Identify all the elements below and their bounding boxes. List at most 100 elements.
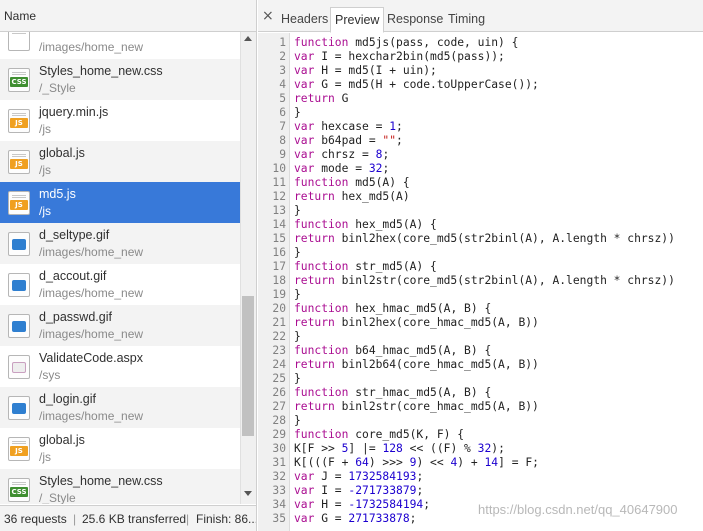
request-file-path: /images/home_new	[39, 286, 144, 300]
css-file-icon: CSS	[8, 478, 30, 502]
line-number: 12	[272, 190, 286, 203]
code-text: K[(((F + 64) >>> 9) << 4) + 14] = F;	[294, 456, 539, 469]
line-number: 35	[272, 512, 286, 525]
tab-preview[interactable]: Preview	[330, 7, 385, 33]
status-separator: |	[186, 512, 190, 526]
tab-response[interactable]: Response	[383, 7, 447, 33]
source-preview[interactable]: 1 function md5js(pass, code, uin) { 2 var I…	[258, 33, 703, 531]
code-text: function b64_hmac_md5(A, B) {	[294, 344, 492, 357]
request-file-path: /js	[39, 122, 51, 136]
tab-headers[interactable]: Headers	[277, 7, 332, 33]
code-text: return binl2hex(core_hmac_md5(A, B))	[294, 316, 539, 329]
js-file-icon: JS	[8, 191, 30, 215]
code-text: var J = 1732584193;	[294, 470, 424, 483]
code-text: var H = md5(I + uin);	[294, 64, 437, 77]
request-file-name: global.js	[39, 433, 85, 447]
request-detail-panel: × Headers Preview Response Timing 1 funct…	[258, 0, 703, 531]
line-number: 29	[272, 428, 286, 441]
line-number: 25	[272, 372, 286, 385]
request-row[interactable]: d_seltype.gif/images/home_new	[0, 223, 240, 264]
lock-image-icon	[8, 314, 30, 338]
line-number: 2	[279, 50, 286, 63]
code-text: var G = 271733878;	[294, 512, 417, 525]
line-number: 20	[272, 302, 286, 315]
request-file-path: /_Style	[39, 491, 76, 504]
request-file-name: Styles_home_new.css	[39, 474, 163, 488]
request-row[interactable]: ValidateCode.aspx/sys	[0, 346, 240, 387]
request-count: 36 requests	[4, 512, 67, 526]
code-text: var b64pad = "";	[294, 134, 403, 147]
code-text: }	[294, 288, 301, 301]
line-number: 28	[272, 414, 286, 427]
watermark-text: https://blog.csdn.net/qq_40647900	[478, 502, 678, 517]
js-file-icon: JS	[8, 109, 30, 133]
request-file-path: /images/home_new	[39, 409, 144, 423]
request-file-name: d_accout.gif	[39, 269, 107, 283]
code-text: return G	[294, 92, 349, 105]
request-row[interactable]: d_accout.gif/images/home_new	[0, 264, 240, 305]
captcha-image-icon	[8, 355, 30, 379]
request-file-name: d_login.gif	[39, 392, 96, 406]
code-text: var chrsz = 8;	[294, 148, 390, 161]
line-number: 19	[272, 288, 286, 301]
request-file-path: /js	[39, 204, 51, 218]
code-text: }	[294, 246, 301, 259]
code-text: }	[294, 372, 301, 385]
request-file-name: ValidateCode.aspx	[39, 351, 144, 365]
request-file-path: /_Style	[39, 81, 76, 95]
code-text: function hex_hmac_md5(A, B) {	[294, 302, 492, 315]
transferred-size: 25.6 KB transferred	[82, 512, 187, 526]
name-column-label: Name	[4, 9, 37, 23]
line-number: 22	[272, 330, 286, 343]
scroll-down-arrow-icon[interactable]	[244, 491, 252, 496]
request-row[interactable]: JS md5.js/js	[0, 182, 240, 223]
line-number: 30	[272, 442, 286, 455]
line-number: 8	[279, 134, 286, 147]
request-row[interactable]: d_passwd.gif/images/home_new	[0, 305, 240, 346]
line-number: 5	[279, 92, 286, 105]
scrollbar-thumb[interactable]	[242, 296, 254, 436]
request-file-path: /js	[39, 163, 51, 177]
code-text: var H = -1732584194;	[294, 498, 431, 511]
line-number: 18	[272, 274, 286, 287]
scroll-up-arrow-icon[interactable]	[244, 36, 252, 41]
line-number: 1	[279, 36, 286, 49]
network-status-bar: 36 requests | 25.6 KB transferred | Fini…	[0, 505, 256, 531]
blank-file-icon	[8, 32, 30, 51]
request-file-name: global.js	[39, 146, 85, 160]
line-number: 11	[272, 176, 286, 189]
line-number: 33	[272, 484, 286, 497]
user-image-icon	[8, 273, 30, 297]
request-file-name: md5.js	[39, 187, 76, 201]
code-text: var hexcase = 1;	[294, 120, 403, 133]
code-text: function md5(A) {	[294, 176, 410, 189]
line-number: 23	[272, 344, 286, 357]
tab-label: Timing	[448, 12, 486, 26]
line-number: 7	[279, 120, 286, 133]
request-row[interactable]: /images/home_new	[0, 32, 240, 59]
request-row[interactable]: CSS Styles_home_new.css /_Style	[0, 59, 240, 100]
request-row[interactable]: JS global.js/js	[0, 428, 240, 469]
tab-timing[interactable]: Timing	[444, 7, 489, 33]
code-text: K[F >> 5] |= 128 << ((F) % 32);	[294, 442, 505, 455]
request-row[interactable]: JS jquery.min.js/js	[0, 100, 240, 141]
close-icon[interactable]: ×	[262, 8, 274, 24]
code-text: function md5js(pass, code, uin) {	[294, 36, 519, 49]
code-text: var I = -271733879;	[294, 484, 424, 497]
request-row[interactable]: d_login.gif/images/home_new	[0, 387, 240, 428]
line-number: 14	[272, 218, 286, 231]
code-text: return binl2hex(core_md5(str2binl(A), A.…	[294, 232, 675, 245]
tab-label: Headers	[281, 12, 329, 26]
request-row[interactable]: CSS Styles_home_new.css /_Style	[0, 469, 240, 504]
request-row[interactable]: JS global.js/js	[0, 141, 240, 182]
image-file-icon	[8, 232, 30, 256]
code-text: return hex_md5(A)	[294, 190, 410, 203]
line-number: 13	[272, 204, 286, 217]
request-file-name: d_passwd.gif	[39, 310, 112, 324]
name-column-header[interactable]: Name	[0, 0, 256, 32]
code-text: function hex_md5(A) {	[294, 218, 437, 231]
request-file-path: /images/home_new	[39, 327, 144, 341]
code-text: var G = md5(H + code.toUpperCase());	[294, 78, 539, 91]
request-list: /images/home_new CSS Styles_home_new.css /_…	[0, 32, 240, 504]
request-file-name: Styles_home_new.css	[39, 64, 163, 78]
